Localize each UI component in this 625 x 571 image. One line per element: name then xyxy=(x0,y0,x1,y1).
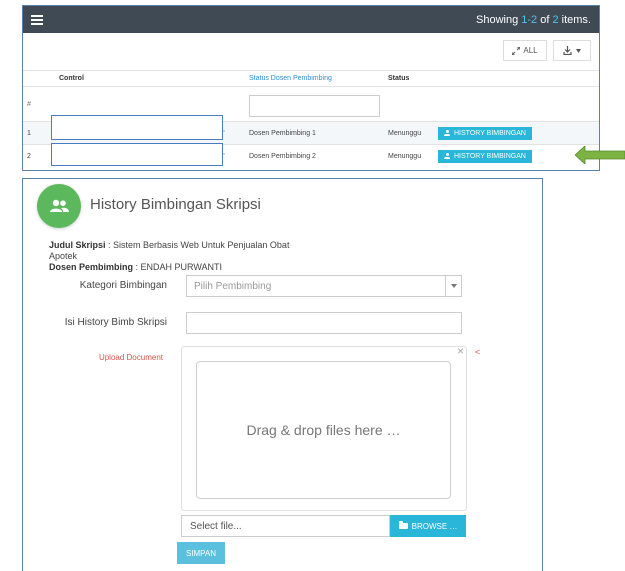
redacted-field xyxy=(51,143,223,166)
row-status: Menunggu xyxy=(384,144,434,168)
redacted-field xyxy=(51,115,223,140)
column-header-num xyxy=(23,70,55,87)
row-status-dosen: Dosen Pembimbing 2 xyxy=(245,144,384,168)
chevron-down-icon xyxy=(445,276,461,296)
judul-skripsi-cont: Apotek xyxy=(49,251,78,261)
history-bimbingan-button[interactable]: HISTORY BIMBINGAN xyxy=(438,126,532,140)
column-header-control[interactable]: Control xyxy=(55,70,245,87)
form-avatar xyxy=(37,184,81,228)
upload-document-label: Upload Document xyxy=(98,353,163,362)
chevron-down-icon xyxy=(576,48,581,53)
column-header-status[interactable]: Status xyxy=(384,70,434,87)
required-marker: < xyxy=(475,347,481,357)
grid-toolbar: ALL xyxy=(23,33,599,67)
isi-history-input[interactable] xyxy=(186,312,462,334)
isi-history-label: Isi History Bimb Skripsi xyxy=(64,317,167,328)
bimbingan-grid: Showing 1-2 of 2 items. ALL Control Stat… xyxy=(22,5,600,171)
dosen-pembimbing: Dosen Pembimbing : ENDAH PURWANTI xyxy=(49,262,223,272)
history-form-panel: History Bimbingan Skripsi Judul Skripsi … xyxy=(22,178,543,571)
arrow-left-icon xyxy=(575,146,625,164)
browse-button[interactable]: BROWSE … xyxy=(390,515,466,537)
column-header-action xyxy=(434,70,599,87)
grid-summary: Showing 1-2 of 2 items. xyxy=(476,13,591,26)
column-header-status-dosen[interactable]: Status Dosen Pembimbing xyxy=(245,70,384,87)
row-status-dosen: Dosen Pembimbing 1 xyxy=(245,121,384,145)
kategori-select[interactable]: Pilih Pembimbing xyxy=(186,275,462,297)
file-upload-preview: × Drag & drop files here … xyxy=(181,344,467,511)
export-icon xyxy=(563,46,572,55)
row-status: Menunggu xyxy=(384,121,434,145)
history-bimbingan-button[interactable]: HISTORY BIMBINGAN xyxy=(438,149,532,163)
folder-open-icon xyxy=(398,521,408,529)
filter-cell-action xyxy=(434,86,599,122)
user-icon xyxy=(444,153,450,160)
group-icon xyxy=(50,199,69,212)
filter-cell-status-dosen xyxy=(245,86,384,122)
grid-header: Showing 1-2 of 2 items. xyxy=(23,6,599,33)
simpan-button[interactable]: SIMPAN xyxy=(177,542,225,564)
show-all-button[interactable]: ALL xyxy=(503,40,547,61)
user-icon xyxy=(444,130,450,136)
table-header-row: Control Status Dosen Pembimbing Status xyxy=(23,70,599,87)
filter-status-dosen-input[interactable] xyxy=(249,95,380,117)
form-title: History Bimbingan Skripsi xyxy=(90,196,261,213)
file-caption-input[interactable]: Select file... xyxy=(181,515,390,537)
row-action-cell: HISTORY BIMBINGAN xyxy=(434,121,599,145)
expand-icon xyxy=(512,46,521,55)
list-icon xyxy=(31,14,43,25)
dropzone[interactable]: Drag & drop files here … xyxy=(196,361,451,499)
kategori-label: Kategori Bimbingan xyxy=(79,280,167,291)
close-icon[interactable]: × xyxy=(457,344,464,358)
filter-cell-status xyxy=(384,86,434,122)
judul-skripsi: Judul Skripsi : Sistem Berbasis Web Untu… xyxy=(49,240,290,250)
export-button[interactable] xyxy=(553,40,591,61)
